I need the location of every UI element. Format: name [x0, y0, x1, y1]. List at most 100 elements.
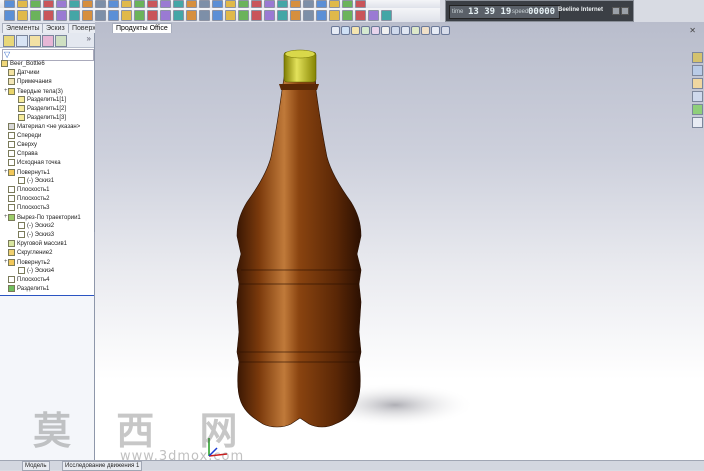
toolbar-button[interactable] — [186, 0, 197, 8]
tree-item[interactable]: Спереди — [4, 132, 41, 141]
toolbar-button[interactable] — [277, 0, 288, 8]
toolbar-button[interactable] — [173, 10, 184, 21]
toolbar-button[interactable] — [303, 10, 314, 21]
tree-item[interactable]: Круговой массив1 — [4, 240, 67, 249]
tab-features[interactable]: Элементы — [2, 23, 44, 33]
dimxpert-icon[interactable] — [42, 35, 54, 47]
tree-item[interactable]: Разделить1[3] — [14, 114, 66, 123]
tree-item[interactable]: + Твердые тела(3) — [4, 87, 63, 96]
tree-item-label: Датчики — [17, 70, 40, 77]
toolbar-button[interactable] — [225, 0, 236, 8]
property-manager-icon[interactable] — [16, 35, 28, 47]
expand-icon[interactable]: » — [87, 34, 91, 43]
toolbar-button[interactable] — [329, 10, 340, 21]
tree-item[interactable]: Справа — [4, 150, 38, 159]
toolbar-button[interactable] — [290, 0, 301, 8]
tree-item[interactable]: Плоскость4 — [4, 276, 49, 285]
toolbar-button[interactable] — [160, 0, 171, 8]
toolbar-button[interactable] — [82, 0, 93, 8]
toolbar-button[interactable] — [342, 10, 353, 21]
tree-item[interactable]: (-) Эскиз4 — [14, 267, 54, 276]
toolbar-button[interactable] — [303, 0, 314, 8]
toolbar-button[interactable] — [147, 0, 158, 8]
tree-item-label: (-) Эскиз1 — [27, 178, 55, 185]
toolbar-button[interactable] — [342, 0, 353, 8]
toolbar-button[interactable] — [30, 0, 41, 8]
tab-office-products[interactable]: Продукты Office — [112, 23, 172, 33]
tree-item[interactable]: Плоскость3 — [4, 204, 49, 213]
tab-motion-study[interactable]: Исследование движения 1 — [62, 461, 143, 471]
tab-model[interactable]: Модель — [22, 461, 50, 471]
toolbar-button[interactable] — [251, 0, 262, 8]
tree-item-label: Плоскость4 — [17, 277, 50, 284]
toolbar-button[interactable] — [17, 0, 28, 8]
toolbar-button[interactable] — [225, 10, 236, 21]
toolbar-button[interactable] — [108, 10, 119, 21]
tab-sketch[interactable]: Эскиз — [42, 23, 69, 33]
toolbar-button[interactable] — [30, 10, 41, 21]
toolbar-button[interactable] — [355, 0, 366, 8]
toolbar-button[interactable] — [316, 0, 327, 8]
toolbar-button[interactable] — [147, 10, 158, 21]
tree-item[interactable]: Плоскость2 — [4, 195, 49, 204]
configuration-manager-icon[interactable] — [29, 35, 41, 47]
toolbar-button[interactable] — [4, 10, 15, 21]
tree-item[interactable]: Сверху — [4, 141, 37, 150]
tree-item[interactable]: Примечания — [4, 78, 52, 87]
toolbar-button[interactable] — [95, 10, 106, 21]
toolbar-button[interactable] — [238, 0, 249, 8]
toolbar-button[interactable] — [173, 0, 184, 8]
tree-item[interactable]: (-) Эскиз1 — [14, 177, 54, 186]
toolbar-button[interactable] — [238, 10, 249, 21]
tree-root[interactable]: Beer_Bottle6 — [1, 60, 45, 69]
feature-manager-icon[interactable] — [3, 35, 15, 47]
toolbar-button[interactable] — [17, 10, 28, 21]
toolbar-button[interactable] — [199, 10, 210, 21]
tree-item[interactable]: Датчики — [4, 69, 39, 78]
toolbar-button[interactable] — [43, 10, 54, 21]
toolbar-button[interactable] — [199, 0, 210, 8]
tree-item[interactable]: + Вырез-По траектории1 — [4, 213, 81, 222]
toolbar-button[interactable] — [56, 10, 67, 21]
toolbar-button[interactable] — [329, 0, 340, 8]
toolbar-button[interactable] — [121, 0, 132, 8]
tree-item[interactable]: Разделить1[1] — [14, 96, 66, 105]
toolbar-button[interactable] — [95, 0, 106, 8]
display-manager-icon[interactable] — [55, 35, 67, 47]
tree-item[interactable]: Исходная точка — [4, 159, 61, 168]
close-icon[interactable] — [621, 7, 629, 15]
tree-item[interactable]: Материал <не указан> — [4, 123, 80, 132]
toolbar-button[interactable] — [4, 0, 15, 8]
toolbar-button[interactable] — [121, 10, 132, 21]
toolbar-button[interactable] — [186, 10, 197, 21]
toolbar-button[interactable] — [69, 10, 80, 21]
toolbar-button[interactable] — [212, 0, 223, 8]
tree-item[interactable]: + Повернуть2 — [4, 258, 50, 267]
toolbar-button[interactable] — [316, 10, 327, 21]
toolbar-button[interactable] — [82, 10, 93, 21]
tree-item[interactable]: (-) Эскиз3 — [14, 231, 54, 240]
toolbar-button[interactable] — [381, 10, 392, 21]
toolbar-button[interactable] — [355, 10, 366, 21]
tree-item[interactable]: (-) Эскиз2 — [14, 222, 54, 231]
minimize-icon[interactable] — [612, 7, 620, 15]
tree-item[interactable]: Разделить1[2] — [14, 105, 66, 114]
toolbar-button[interactable] — [264, 10, 275, 21]
tree-item[interactable]: Скругление2 — [4, 249, 52, 258]
toolbar-button[interactable] — [290, 10, 301, 21]
toolbar-button[interactable] — [69, 0, 80, 8]
tree-item[interactable]: Разделить1 — [4, 285, 49, 294]
toolbar-button[interactable] — [134, 0, 145, 8]
toolbar-button[interactable] — [56, 0, 67, 8]
toolbar-button[interactable] — [43, 0, 54, 8]
tree-item[interactable]: + Повернуть1 — [4, 168, 50, 177]
toolbar-button[interactable] — [108, 0, 119, 8]
toolbar-button[interactable] — [134, 10, 145, 21]
toolbar-button[interactable] — [277, 10, 288, 21]
toolbar-button[interactable] — [368, 10, 379, 21]
toolbar-button[interactable] — [264, 0, 275, 8]
tree-item[interactable]: Плоскость1 — [4, 186, 49, 195]
toolbar-button[interactable] — [251, 10, 262, 21]
toolbar-button[interactable] — [160, 10, 171, 21]
toolbar-button[interactable] — [212, 10, 223, 21]
